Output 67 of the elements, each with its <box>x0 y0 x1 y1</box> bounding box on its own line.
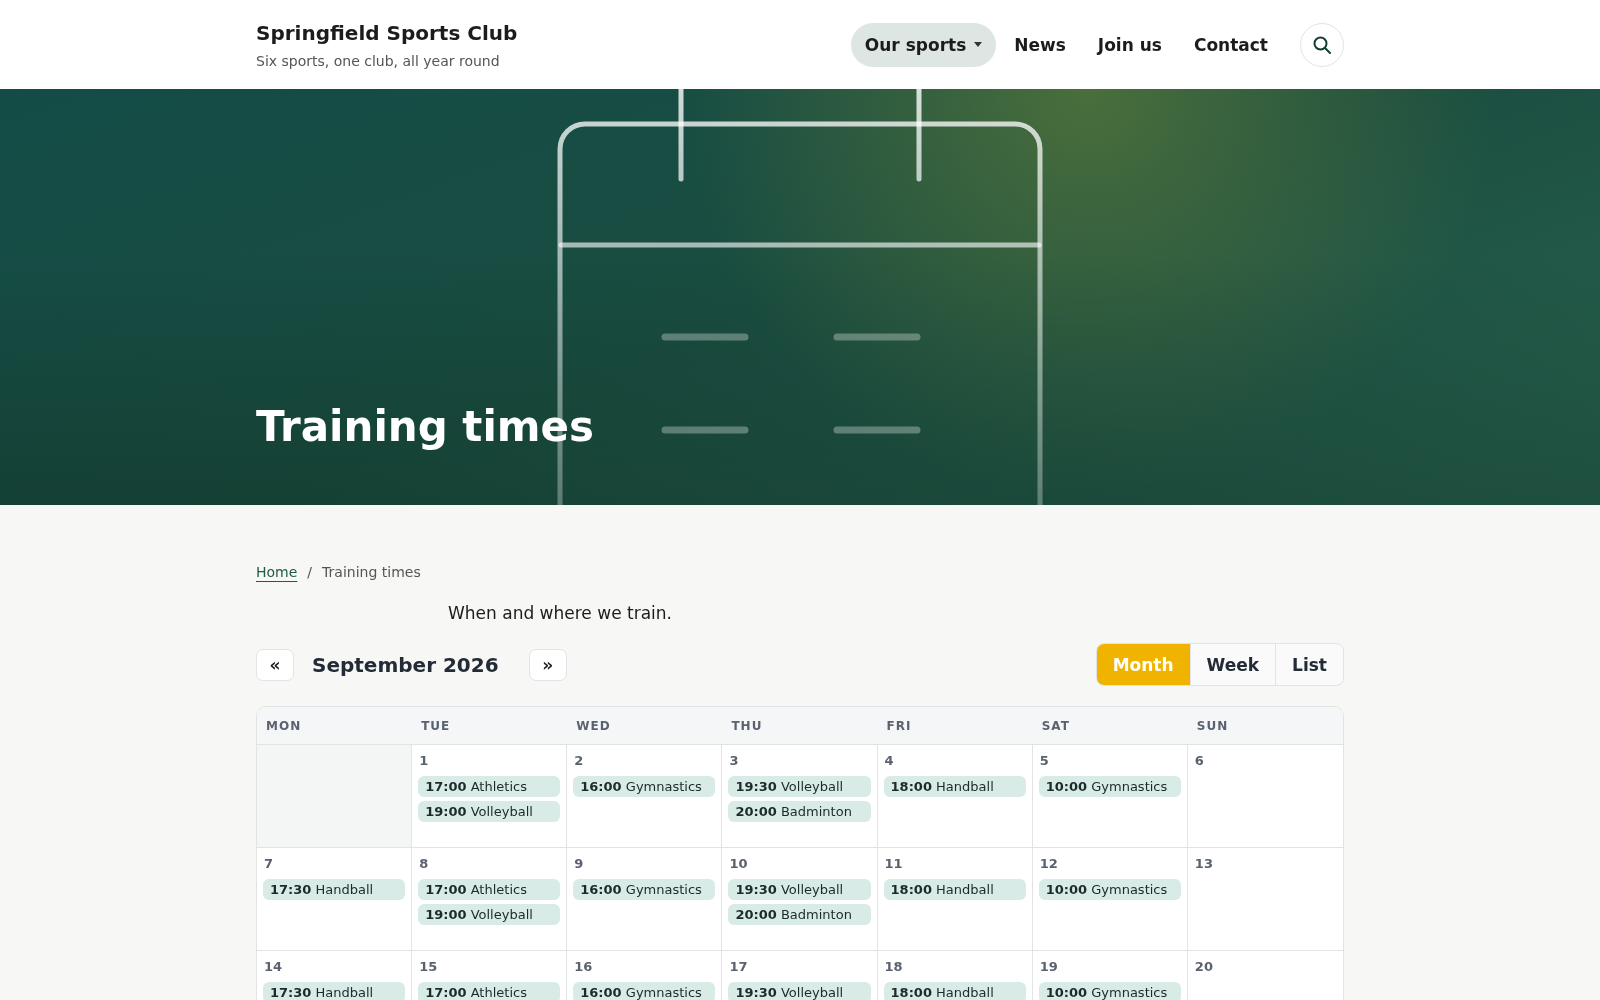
training-event[interactable]: 19:30 Volleyball <box>728 879 871 900</box>
training-event[interactable]: 16:00 Gymnastics <box>573 982 716 1000</box>
training-event[interactable]: 17:30 Handball <box>263 982 406 1000</box>
day-number: 7 <box>263 856 275 871</box>
page-title: Training times <box>256 402 595 451</box>
training-event[interactable]: 16:00 Gymnastics <box>573 879 716 900</box>
weekday-header: SUN <box>1187 707 1343 745</box>
day-number: 8 <box>418 856 430 871</box>
view-tab[interactable]: Week <box>1189 644 1276 685</box>
training-event[interactable]: 18:00 Handball <box>883 879 1026 900</box>
day-number: 12 <box>1038 856 1059 871</box>
day-number: 20 <box>1193 959 1214 974</box>
training-event[interactable]: 10:00 Gymnastics <box>1038 982 1181 1000</box>
training-event[interactable]: 20:00 Badminton <box>728 904 871 925</box>
weekday-header: FRI <box>877 707 1033 745</box>
caret-icon <box>974 42 983 47</box>
day-number: 10 <box>728 856 749 871</box>
training-event[interactable]: 18:00 Handball <box>883 776 1026 797</box>
training-event[interactable]: 18:00 Handball <box>883 982 1026 1000</box>
search-button[interactable] <box>1300 22 1344 67</box>
nav-link[interactable]: Our sports <box>850 22 997 67</box>
training-event[interactable]: 17:00 Athletics <box>418 776 561 797</box>
day-number: 13 <box>1193 856 1214 871</box>
view-tab[interactable]: List <box>1275 644 1343 685</box>
training-event[interactable]: 16:00 Gymnastics <box>573 776 716 797</box>
day-number: 9 <box>573 856 585 871</box>
day-number: 2 <box>573 753 585 768</box>
weekday-header: SAT <box>1032 707 1188 745</box>
site-tagline: Six sports, one club, all year round <box>256 52 501 69</box>
day-number: 17 <box>728 959 749 974</box>
day-number: 5 <box>1038 753 1050 768</box>
month-title: September 2026 <box>311 652 500 677</box>
day-number: 15 <box>418 959 439 974</box>
breadcrumb-separator: / <box>307 564 313 580</box>
training-event[interactable]: 17:00 Athletics <box>418 879 561 900</box>
training-event[interactable]: 10:00 Gymnastics <box>1038 879 1181 900</box>
breadcrumb-current: Training times <box>322 564 421 580</box>
weekday-header: TUE <box>412 707 568 745</box>
nav-link[interactable]: Contact <box>1179 22 1282 67</box>
weekday-header: THU <box>722 707 878 745</box>
day-number: 19 <box>1038 959 1059 974</box>
day-number: 1 <box>418 753 430 768</box>
day-number: 18 <box>883 959 904 974</box>
day-number: 4 <box>883 753 895 768</box>
weekday-header: WED <box>567 707 723 745</box>
day-number: 14 <box>263 959 284 974</box>
breadcrumb-link[interactable]: Home <box>256 564 298 580</box>
site-title[interactable]: Springfield Sports Club <box>256 20 518 45</box>
day-number: 11 <box>883 856 904 871</box>
training-event[interactable]: 20:00 Badminton <box>728 801 871 822</box>
training-event[interactable]: 17:00 Athletics <box>418 982 561 1000</box>
day-number: 16 <box>573 959 594 974</box>
training-event[interactable]: 19:30 Volleyball <box>728 982 871 1000</box>
day-number: 6 <box>1193 753 1205 768</box>
search-icon <box>1313 35 1331 54</box>
training-event[interactable]: 19:00 Volleyball <box>418 904 561 925</box>
weekday-header: MON <box>257 707 413 745</box>
day-number: 3 <box>728 753 740 768</box>
intro-text: When and where we train. <box>448 603 673 623</box>
training-event[interactable]: 19:30 Volleyball <box>728 776 871 797</box>
training-event[interactable]: 10:00 Gymnastics <box>1038 776 1181 797</box>
previous-month-button[interactable]: « <box>256 648 294 681</box>
training-event[interactable]: 19:00 Volleyball <box>418 801 561 822</box>
next-month-button[interactable]: » <box>528 648 567 681</box>
nav-link[interactable]: Join us <box>1083 22 1176 67</box>
nav-link[interactable]: News <box>1000 22 1080 67</box>
training-event[interactable]: 17:30 Handball <box>263 879 406 900</box>
